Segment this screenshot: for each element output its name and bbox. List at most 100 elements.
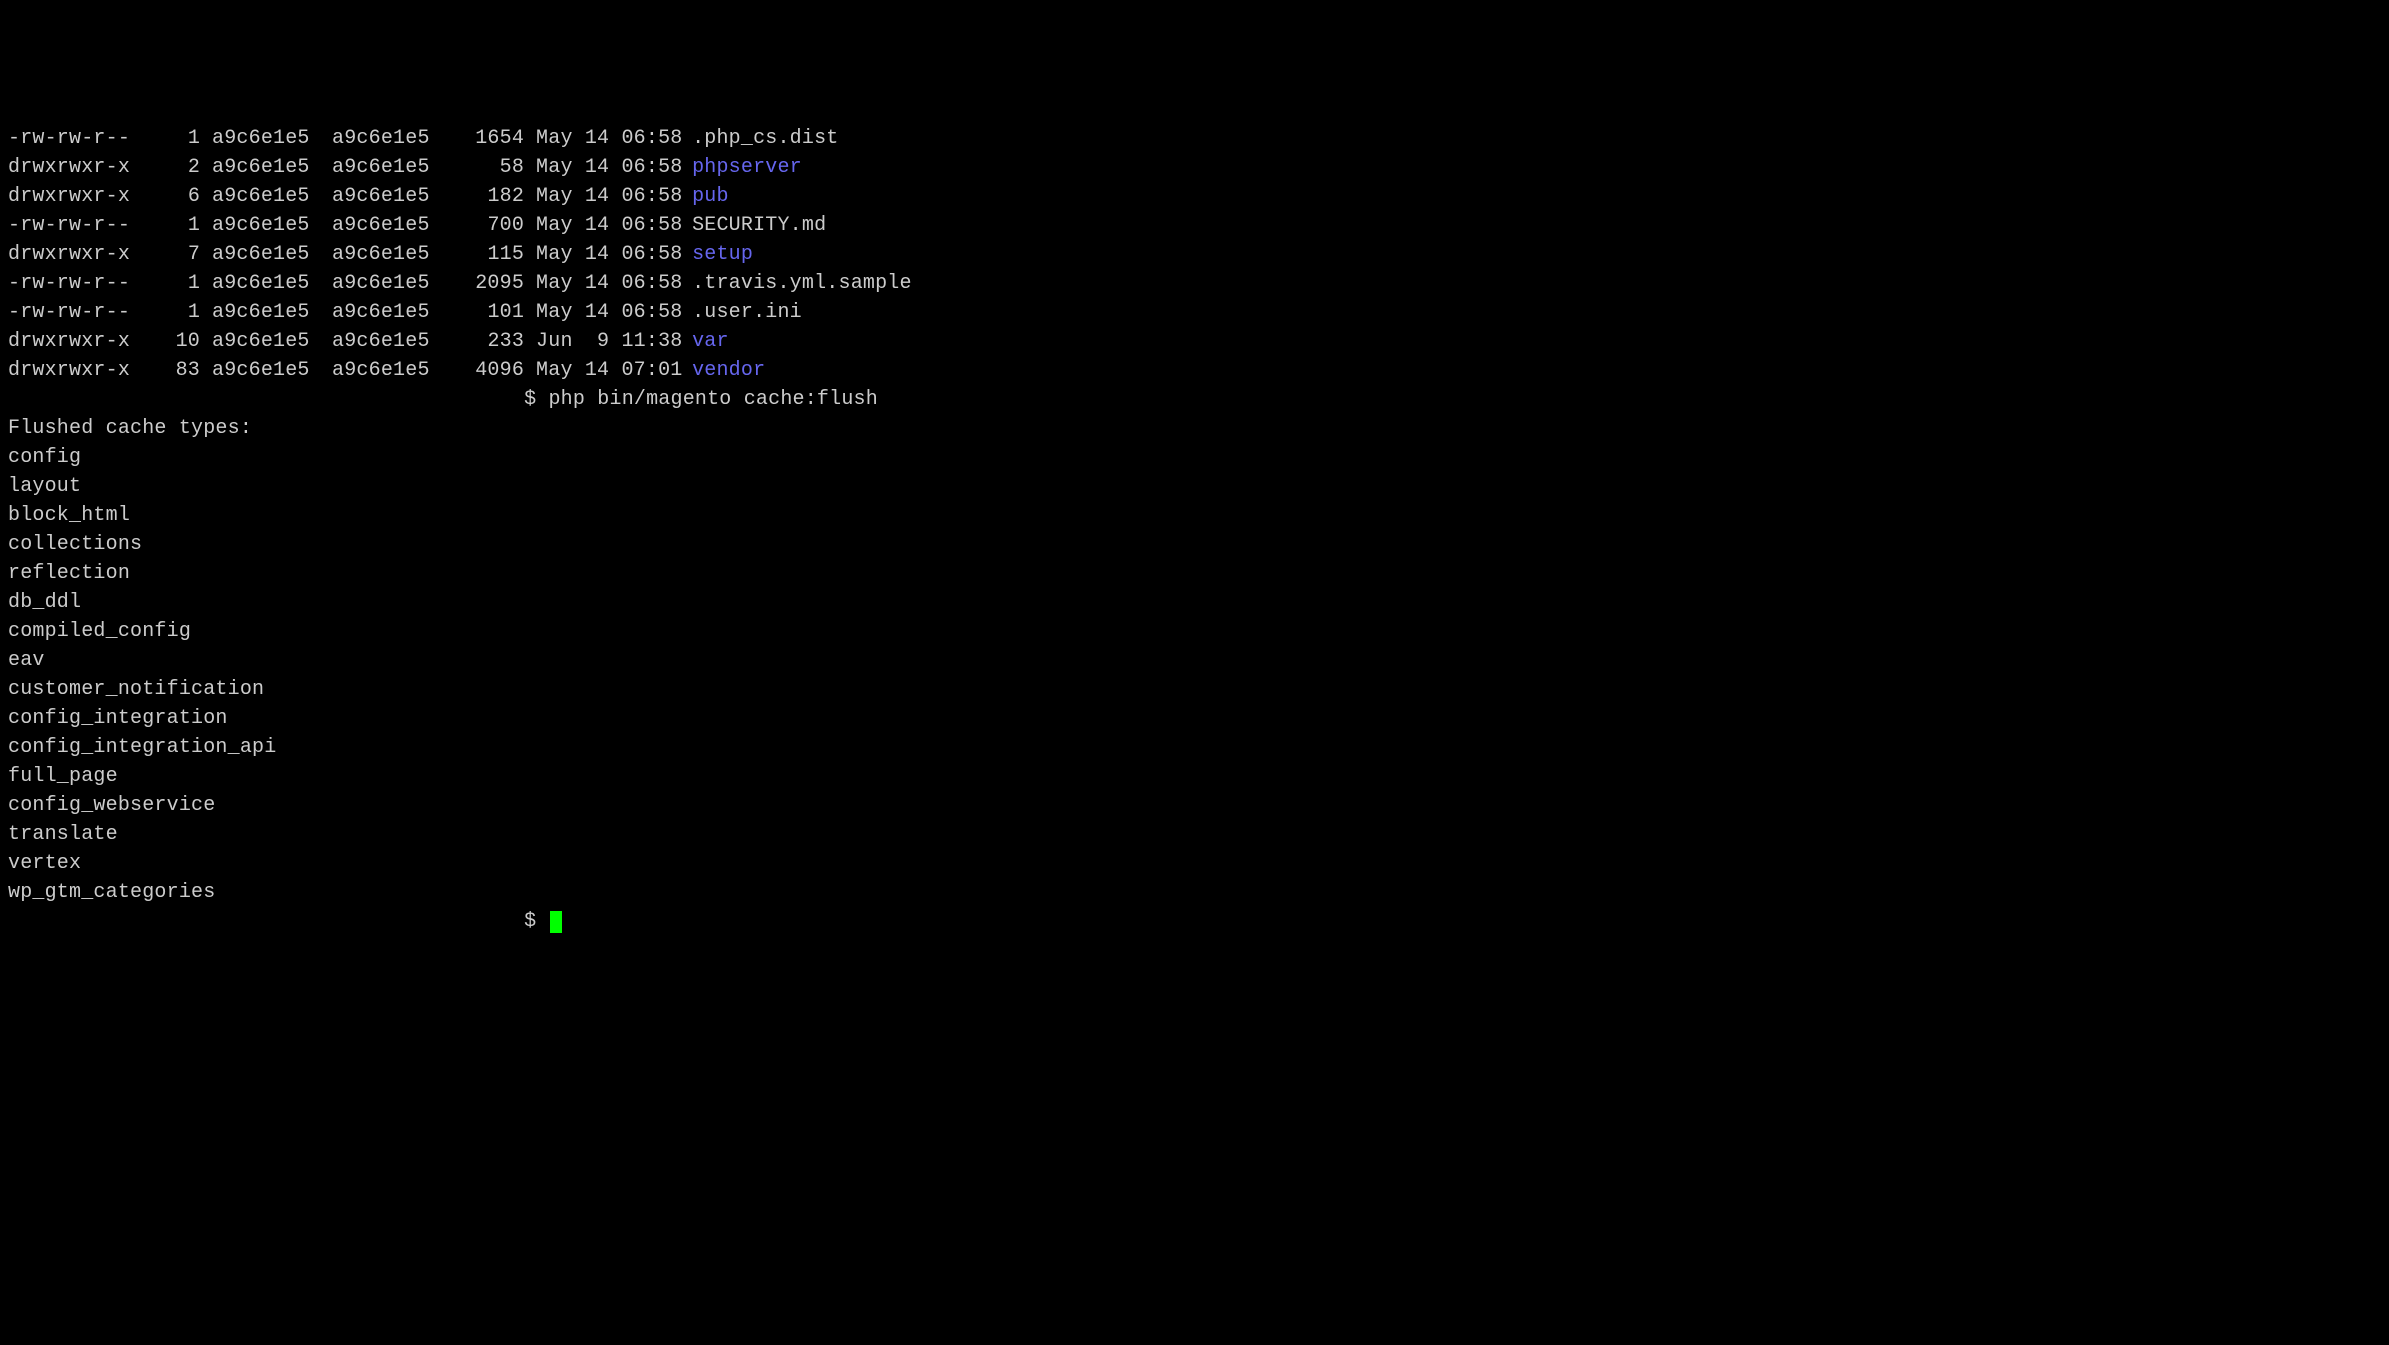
links: 10 — [140, 327, 200, 356]
cache-type-name: wp_gtm_categories — [8, 881, 215, 904]
cache-type: config_integration — [8, 704, 2381, 733]
prompt-symbol: $ — [524, 388, 548, 411]
cache-type-name: config_webservice — [8, 794, 215, 817]
cache-type: reflection — [8, 559, 2381, 588]
perm: drwxrwxr-x — [8, 153, 140, 182]
size: 4096 — [452, 356, 524, 385]
links: 2 — [140, 153, 200, 182]
cache-type: block_html — [8, 501, 2381, 530]
owner: a9c6e1e5 — [212, 182, 332, 211]
directory-name: pub — [692, 182, 729, 211]
perm: drwxrwxr-x — [8, 240, 140, 269]
group: a9c6e1e5 — [332, 182, 452, 211]
cache-type: wp_gtm_categories — [8, 878, 2381, 907]
links: 1 — [140, 124, 200, 153]
ls-row: -rw-rw-r--1a9c6e1e5a9c6e1e51654May 14 06… — [8, 124, 2381, 153]
file-name: .user.ini — [692, 298, 802, 327]
cache-type-name: full_page — [8, 765, 118, 788]
file-name: SECURITY.md — [692, 211, 826, 240]
cache-type: translate — [8, 820, 2381, 849]
links: 7 — [140, 240, 200, 269]
cache-type-name: vertex — [8, 852, 81, 875]
group: a9c6e1e5 — [332, 356, 452, 385]
date: May 14 06:58 — [536, 182, 692, 211]
size: 115 — [452, 240, 524, 269]
date: May 14 06:58 — [536, 240, 692, 269]
date: May 14 07:01 — [536, 356, 692, 385]
date: May 14 06:58 — [536, 211, 692, 240]
ls-row: drwxrwxr-x6a9c6e1e5a9c6e1e5182May 14 06:… — [8, 182, 2381, 211]
cache-type-name: config_integration_api — [8, 736, 276, 759]
date: May 14 06:58 — [536, 269, 692, 298]
perm: -rw-rw-r-- — [8, 124, 140, 153]
terminal-output[interactable]: -rw-rw-r--1a9c6e1e5a9c6e1e51654May 14 06… — [8, 124, 2381, 936]
cache-type-name: customer_notification — [8, 678, 264, 701]
group: a9c6e1e5 — [332, 269, 452, 298]
group: a9c6e1e5 — [332, 240, 452, 269]
ls-row: drwxrwxr-x10a9c6e1e5a9c6e1e5233Jun 9 11:… — [8, 327, 2381, 356]
prompt-line: $ php bin/magento cache:flush — [8, 385, 2381, 414]
cache-type-name: compiled_config — [8, 620, 191, 643]
owner: a9c6e1e5 — [212, 356, 332, 385]
owner: a9c6e1e5 — [212, 153, 332, 182]
owner: a9c6e1e5 — [212, 211, 332, 240]
file-name: .php_cs.dist — [692, 124, 838, 153]
owner: a9c6e1e5 — [212, 124, 332, 153]
perm: drwxrwxr-x — [8, 327, 140, 356]
cache-type: customer_notification — [8, 675, 2381, 704]
cache-type: collections — [8, 530, 2381, 559]
links: 1 — [140, 298, 200, 327]
perm: -rw-rw-r-- — [8, 211, 140, 240]
group: a9c6e1e5 — [332, 298, 452, 327]
cache-type-name: translate — [8, 823, 118, 846]
cache-type: full_page — [8, 762, 2381, 791]
links: 1 — [140, 211, 200, 240]
owner: a9c6e1e5 — [212, 327, 332, 356]
owner: a9c6e1e5 — [212, 298, 332, 327]
perm: -rw-rw-r-- — [8, 298, 140, 327]
ls-row: drwxrwxr-x7a9c6e1e5a9c6e1e5115May 14 06:… — [8, 240, 2381, 269]
directory-name: phpserver — [692, 153, 802, 182]
links: 83 — [140, 356, 200, 385]
directory-name: setup — [692, 240, 753, 269]
links: 6 — [140, 182, 200, 211]
ls-row: drwxrwxr-x2a9c6e1e5a9c6e1e558May 14 06:5… — [8, 153, 2381, 182]
directory-name: var — [692, 327, 729, 356]
prompt-line[interactable]: $ — [8, 907, 2381, 936]
size: 233 — [452, 327, 524, 356]
prompt-symbol: $ — [524, 910, 548, 933]
ls-row: -rw-rw-r--1a9c6e1e5a9c6e1e52095May 14 06… — [8, 269, 2381, 298]
size: 101 — [452, 298, 524, 327]
cursor[interactable] — [550, 911, 562, 933]
cache-type-name: collections — [8, 533, 142, 556]
group: a9c6e1e5 — [332, 211, 452, 240]
cache-type: layout — [8, 472, 2381, 501]
size: 700 — [452, 211, 524, 240]
date: May 14 06:58 — [536, 298, 692, 327]
perm: -rw-rw-r-- — [8, 269, 140, 298]
cache-type-name: layout — [8, 475, 81, 498]
cache-type: config — [8, 443, 2381, 472]
date: Jun 9 11:38 — [536, 327, 692, 356]
size: 58 — [452, 153, 524, 182]
cache-type-name: eav — [8, 649, 45, 672]
cache-type-name: config — [8, 446, 81, 469]
owner: a9c6e1e5 — [212, 240, 332, 269]
cache-type: compiled_config — [8, 617, 2381, 646]
size: 1654 — [452, 124, 524, 153]
cache-type-name: config_integration — [8, 707, 228, 730]
links: 1 — [140, 269, 200, 298]
group: a9c6e1e5 — [332, 153, 452, 182]
cache-type: eav — [8, 646, 2381, 675]
ls-row: -rw-rw-r--1a9c6e1e5a9c6e1e5101May 14 06:… — [8, 298, 2381, 327]
cache-type: config_integration_api — [8, 733, 2381, 762]
group: a9c6e1e5 — [332, 327, 452, 356]
command: php bin/magento cache:flush — [548, 388, 877, 411]
cache-type: vertex — [8, 849, 2381, 878]
cache-type-name: db_ddl — [8, 591, 81, 614]
cache-type: db_ddl — [8, 588, 2381, 617]
flush-header-text: Flushed cache types: — [8, 417, 252, 440]
directory-name: vendor — [692, 356, 765, 385]
ls-row: -rw-rw-r--1a9c6e1e5a9c6e1e5700May 14 06:… — [8, 211, 2381, 240]
cache-type-name: block_html — [8, 504, 130, 527]
